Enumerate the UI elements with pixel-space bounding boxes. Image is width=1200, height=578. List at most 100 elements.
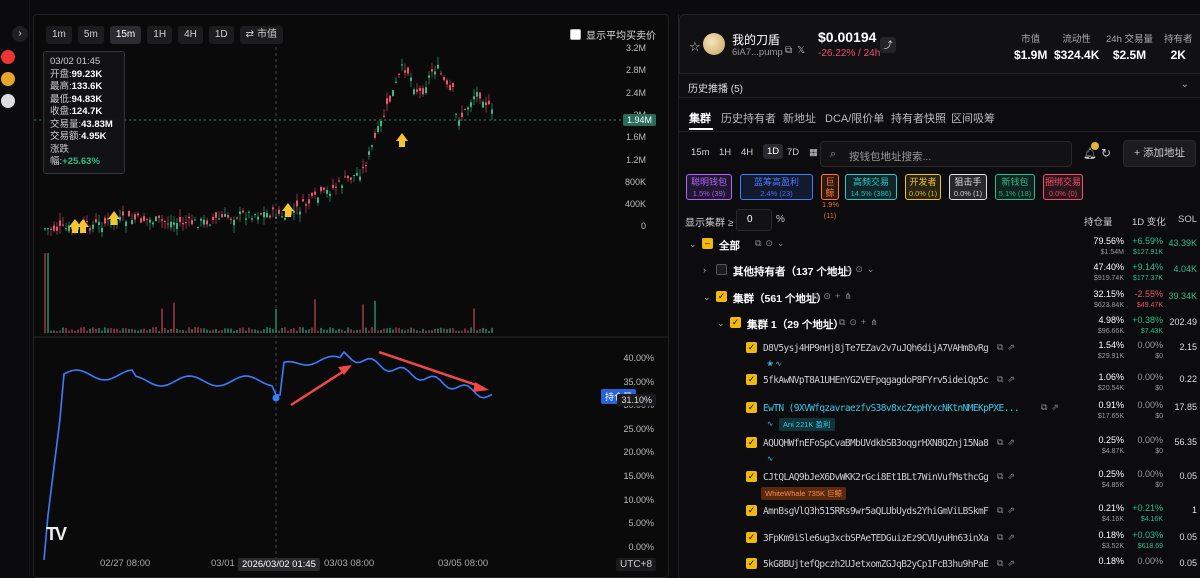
wallet-row[interactable]: ✓ CJtQLAQ9bJeX6DvWKK2rGci8Et1BLt7WinVufMs… <box>679 469 1200 500</box>
share-icon[interactable]: ⤴ <box>880 37 896 53</box>
timeframe-1D[interactable]: 1D <box>208 26 234 44</box>
wallet-address[interactable]: AQUQHWfnEFoSpCvaBMbUVdkbSB3oqgrHXN8QZnj1… <box>763 438 989 449</box>
wallet-row[interactable]: ✓ 3FpKm9iSle6ug3xcbSPAeTEDGuizEz9CVUyuHn6… <box>679 530 1200 558</box>
group-tools-icons[interactable]: ⧉⊙+⋔ <box>839 317 882 328</box>
wallet-row[interactable]: ✓ AQUQHWfnEFoSpCvaBMbUVdkbSB3oqgrHXN8QZnj… <box>679 435 1200 463</box>
cluster-group-row[interactable]: ⌄ ✓ 集群 1（29 个地址） ⧉⊙+⋔ 4.98% $96.66K +0.38% $7.4… <box>679 315 1200 343</box>
chevron-right-icon[interactable]: › <box>703 265 706 275</box>
wallet-row[interactable]: ✓ AmnBsgVlQ3h515RRs9wr5aQLUbUyds2YhiGmViL… <box>679 503 1200 531</box>
search-input[interactable]: ⌕ 按钱包地址搜索... <box>820 141 1072 167</box>
copy-link-icons[interactable]: ⧉⇗ <box>997 558 1019 569</box>
timeframe-15m[interactable]: 15m <box>109 26 142 44</box>
chevron-down-icon[interactable]: ⌄ <box>717 318 725 329</box>
label-chip[interactable]: 新钱包 5.1% (18) <box>995 174 1035 200</box>
cluster-group-row[interactable]: › 其他持有者（137 个地址） ⧉⊙⌄ 47.40% $919.74K +9.14% $1… <box>679 262 1200 290</box>
wallet-address[interactable]: D8V5ysj4HP9nHj8jTe7EZav2v7uJQh6dijA7VAHm… <box>763 343 989 354</box>
row-checkbox[interactable]: ✓ <box>746 471 757 482</box>
label-chip[interactable]: 高频交易 14.5% (386) <box>845 174 897 200</box>
tab-5[interactable]: 区间吸筹 <box>951 110 995 126</box>
token-address[interactable]: 6iA7...pump <box>732 47 783 58</box>
wallet-address[interactable]: AmnBsgVlQ3h515RRs9wr5aQLUbUyds2YhiGmViLB… <box>763 506 989 517</box>
row-checkbox[interactable] <box>716 264 727 275</box>
tab-0[interactable]: 集群 <box>689 110 711 126</box>
group-tools-icons[interactable]: ⧉⊙+⋔ <box>813 291 856 302</box>
timeframe-1H[interactable]: 1H <box>147 26 173 44</box>
checkbox-icon[interactable] <box>570 29 581 40</box>
row-checkbox[interactable]: ✓ <box>746 558 757 569</box>
timeframe-5m[interactable]: 5m <box>77 26 104 44</box>
col-hold[interactable]: 持仓量 <box>1084 214 1113 228</box>
row-checkbox[interactable]: ✓ <box>746 374 757 385</box>
chevron-down-icon[interactable]: ⌄ <box>1181 79 1189 90</box>
watchlist-avatar[interactable] <box>1 94 15 108</box>
watchlist-avatar[interactable] <box>1 72 15 86</box>
cluster-group-row[interactable]: ⌄ ✓ 集群（561 个地址） ⧉⊙+⋔ 32.15% $623.84K -2.55% $49… <box>679 289 1200 317</box>
period-1H[interactable]: 1H <box>719 147 731 158</box>
copy-link-icons[interactable]: ⧉⇗ <box>997 342 1019 353</box>
period-7D[interactable]: 7D <box>787 147 799 158</box>
label-chip[interactable]: 巨鲸 1.9% (11) <box>821 174 839 220</box>
expand-sidebar-icon[interactable]: › <box>12 26 28 42</box>
price-chart[interactable] <box>34 15 669 578</box>
row-checkbox[interactable]: ✓ <box>746 505 757 516</box>
star-icon[interactable]: ☆ <box>689 39 701 55</box>
period-1D[interactable]: 1D <box>763 144 784 159</box>
label-chip[interactable]: 蓝筹高盈利 2.4% (23) <box>740 174 813 200</box>
calendar-icon[interactable]: ▦ <box>809 147 818 158</box>
label-chip[interactable]: 开发者 0.0% (1) <box>905 174 941 200</box>
period-15m[interactable]: 15m <box>691 147 709 158</box>
copy-link-icons[interactable]: ⧉⇗ <box>997 471 1019 482</box>
copy-x-icons[interactable]: ⧉𝕏 <box>785 45 810 56</box>
min-cluster-input[interactable]: 0 <box>736 209 772 231</box>
tab-1[interactable]: 历史持有者 <box>721 110 776 126</box>
col-change[interactable]: 1D 变化 <box>1132 214 1166 228</box>
tab-4[interactable]: 持有者快照 <box>891 110 946 126</box>
wallet-address[interactable]: 3FpKm9iSle6ug3xcbSPAeTEDGuizEz9CVUyuHn63… <box>763 533 989 544</box>
row-checkbox[interactable]: ✓ <box>716 291 727 302</box>
y-tick: 2.4M <box>625 87 646 98</box>
avg-price-toggle[interactable]: 显示平均买卖价 <box>570 27 656 42</box>
row-checkbox[interactable]: ✓ <box>730 317 741 328</box>
chart-panel[interactable]: 1m 5m 15m 1H 4H 1D ⇄ 市值 显示平均买卖价 03/02 01:45 开盘:… <box>33 14 669 578</box>
label-chip[interactable]: 聪明钱包 1.5% (39) <box>686 174 732 200</box>
wallet-row[interactable]: ✓ EwTN (9XVWfqzavraezfvS38v8xcZepHYxcNKtn… <box>679 400 1200 431</box>
wallet-row[interactable]: ✓ 5kG8BUjtefQpczh2UJetxomZGJqB2yCp1FcB3hu… <box>679 556 1200 578</box>
group-tools-icons[interactable]: ⧉⊙⌄ <box>755 238 789 249</box>
timeframe-1m[interactable]: 1m <box>46 26 72 44</box>
group-tools-icons[interactable]: ⧉⊙⌄ <box>845 264 879 275</box>
chevron-down-icon[interactable]: ⌄ <box>689 239 697 250</box>
timeframe-4H[interactable]: 4H <box>178 26 203 44</box>
add-address-button[interactable]: + 添加地址 <box>1123 140 1196 167</box>
copy-link-icons[interactable]: ⧉⇗ <box>997 374 1019 385</box>
chevron-down-icon[interactable]: ⌄ <box>703 292 711 303</box>
row-checkbox[interactable]: ✓ <box>746 532 757 543</box>
row-checkbox[interactable]: – <box>702 238 713 249</box>
row-checkbox[interactable]: ✓ <box>746 342 757 353</box>
history-push-bar[interactable]: 历史推播 (5) ⌄ <box>679 74 1200 98</box>
period-4H[interactable]: 4H <box>741 147 753 158</box>
wallet-address[interactable]: EwTN (9XVWfqzavraezfvS38v8xcZepHYxcNKtnN… <box>763 403 1020 414</box>
row-checkbox[interactable]: ✓ <box>746 402 757 413</box>
col-sol[interactable]: SOL <box>1178 214 1197 225</box>
notification-dot <box>1091 142 1099 150</box>
refresh-icon[interactable]: ↻ <box>1101 146 1111 160</box>
watchlist-avatar[interactable] <box>1 50 15 64</box>
tab-3[interactable]: DCA/限价单 <box>825 110 884 126</box>
cluster-group-row[interactable]: ⌄ – 全部 ⧉⊙⌄ 79.56% $1.54M +6.59% $127.91K 43.39K <box>679 236 1200 264</box>
wallet-row[interactable]: ✓ 5fkAwNVpT8A1UHEnYG2VEFpqgagdoP8FYrv5ide… <box>679 372 1200 400</box>
wallet-row[interactable]: ✓ D8V5ysj4HP9nHj8jTe7EZav2v7uJQh6dijA7VAH… <box>679 340 1200 368</box>
row-checkbox[interactable]: ✓ <box>746 437 757 448</box>
copy-link-icons[interactable]: ⧉⇗ <box>1041 402 1063 413</box>
copy-link-icons[interactable]: ⧉⇗ <box>997 505 1019 516</box>
tab-2[interactable]: 新地址 <box>783 110 816 126</box>
copy-link-icons[interactable]: ⧉⇗ <box>997 532 1019 543</box>
wallet-address[interactable]: 5fkAwNVpT8A1UHEnYG2VEFpqgagdoP8FYrv5idei… <box>763 375 989 386</box>
mcap-toggle-button[interactable]: ⇄ 市值 <box>239 26 284 44</box>
label-chip[interactable]: 狙击手 0.0% (1) <box>949 174 987 200</box>
volume-bar <box>305 329 307 333</box>
copy-link-icons[interactable]: ⧉⇗ <box>997 437 1019 448</box>
wallet-address[interactable]: CJtQLAQ9bJeX6DvWKK2rGci8Et1BLt7WinVufMst… <box>763 472 989 483</box>
wallet-address[interactable]: 5kG8BUjtefQpczh2UJetxomZGJqB2yCp1FcB3hu9… <box>763 559 989 570</box>
label-chip[interactable]: 捆绑交易 0.0% (0) <box>1043 174 1083 200</box>
timezone-button[interactable]: UTC+8 <box>616 558 656 571</box>
